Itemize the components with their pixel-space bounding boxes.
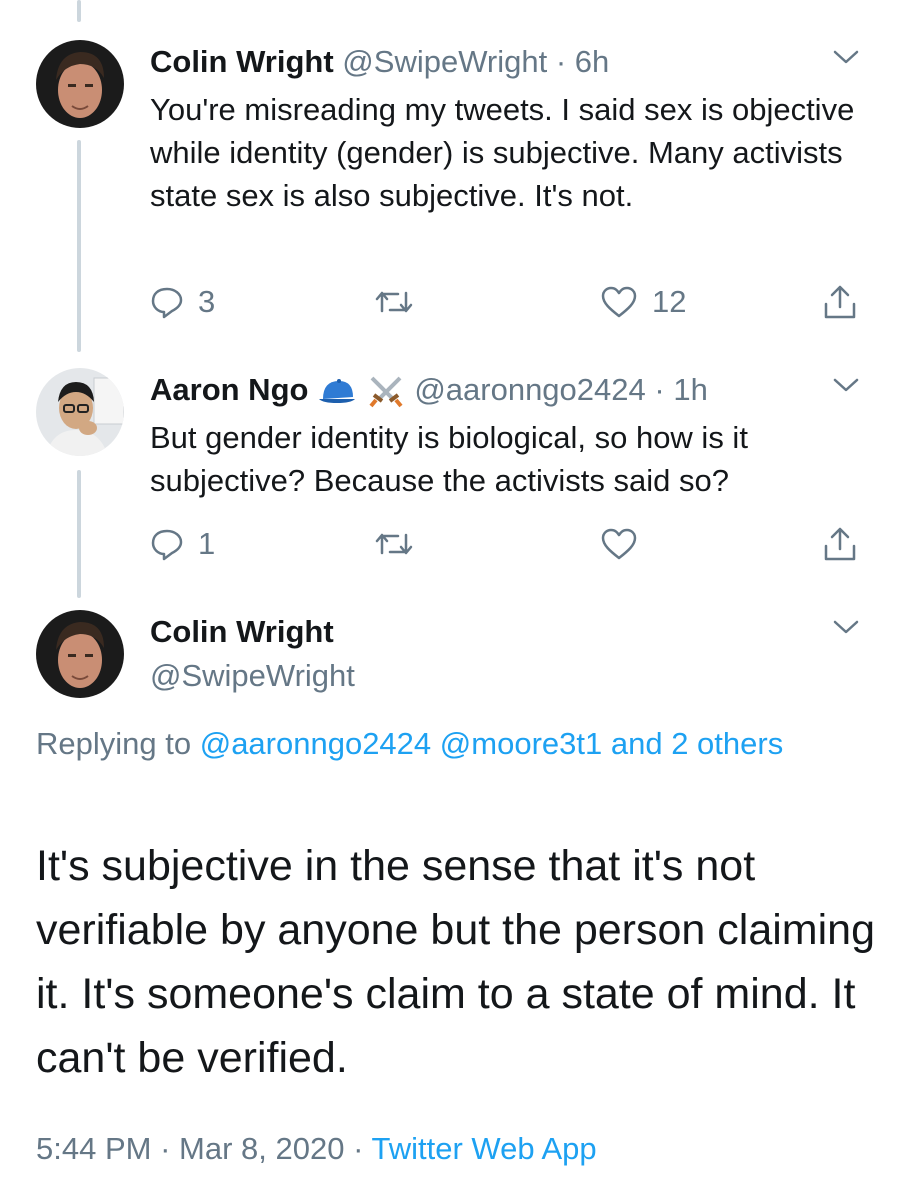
display-name[interactable]: Aaron Ngo	[150, 372, 308, 407]
thread-line-2	[77, 470, 81, 598]
chevron-down-icon[interactable]	[832, 376, 860, 394]
share-icon	[822, 526, 858, 562]
tweet-actions: 3 12	[150, 280, 870, 324]
tweet-actions: 1	[150, 522, 870, 566]
source-link[interactable]: Twitter Web App	[371, 1131, 596, 1166]
main-tweet-text: It's subjective in the sense that it's n…	[36, 842, 876, 1082]
reply-icon	[150, 285, 184, 319]
reply-count: 1	[198, 526, 216, 561]
share-button[interactable]	[822, 522, 858, 566]
tweet-header: Colin Wright @SwipeWright · 6h	[150, 42, 609, 82]
retweet-button[interactable]	[374, 522, 428, 566]
tweet-text: You're misreading my tweets. I said sex …	[150, 92, 855, 213]
like-button[interactable]: 12	[600, 280, 686, 324]
share-button[interactable]	[822, 280, 858, 324]
tweet-timestamp[interactable]: 5:44 PM	[36, 1131, 151, 1166]
blue-cap-emoji	[317, 375, 357, 409]
display-name[interactable]: Colin Wright	[150, 44, 334, 79]
thread-line-1	[77, 140, 81, 352]
crossed-swords-emoji	[366, 375, 406, 409]
reply-button[interactable]: 3	[150, 280, 215, 324]
reply-count: 3	[198, 284, 216, 319]
retweet-icon	[374, 285, 414, 319]
tweet-time[interactable]: 1h	[673, 372, 707, 407]
tweet-header: Aaron Ngo @aaronngo2424 · 1h	[150, 370, 708, 410]
share-icon	[822, 284, 858, 320]
user-handle[interactable]: @aaronngo2424	[414, 372, 645, 407]
reply-button[interactable]: 1	[150, 522, 215, 566]
heart-icon	[600, 285, 638, 319]
heart-icon	[600, 527, 638, 561]
like-button[interactable]	[600, 522, 652, 566]
user-handle[interactable]: @SwipeWright	[342, 44, 547, 79]
avatar-aaron-ngo[interactable]	[36, 368, 124, 456]
separator: ·	[160, 1131, 171, 1166]
retweet-button[interactable]	[374, 280, 428, 324]
separator: ·	[353, 1131, 364, 1166]
replying-to: Replying to @aaronngo2424 @moore3t1 and …	[36, 721, 796, 767]
avatar-colin-wright[interactable]	[36, 610, 124, 698]
avatar-colin-wright[interactable]	[36, 40, 124, 128]
user-handle[interactable]: @SwipeWright	[150, 656, 355, 696]
separator: ·	[555, 44, 567, 79]
tweet-text: But gender identity is biological, so ho…	[150, 420, 748, 498]
mention-link[interactable]: @aaronngo2424	[200, 726, 431, 761]
retweet-icon	[374, 527, 414, 561]
chevron-down-icon[interactable]	[832, 618, 860, 636]
chevron-down-icon[interactable]	[832, 48, 860, 66]
like-count: 12	[652, 284, 687, 319]
replying-prefix: Replying to	[36, 726, 192, 761]
reply-icon	[150, 527, 184, 561]
main-tweet-header: Colin Wright	[150, 612, 334, 652]
tweet-time[interactable]: 6h	[575, 44, 609, 79]
display-name[interactable]: Colin Wright	[150, 614, 334, 649]
thread-line-top	[77, 0, 81, 22]
mention-link[interactable]: @moore3t1	[440, 726, 602, 761]
others-link[interactable]: and 2 others	[611, 726, 783, 761]
tweet-meta: 5:44 PM · Mar 8, 2020 · Twitter Web App	[36, 1129, 597, 1169]
tweet-date[interactable]: Mar 8, 2020	[179, 1131, 344, 1166]
separator: ·	[654, 372, 665, 407]
